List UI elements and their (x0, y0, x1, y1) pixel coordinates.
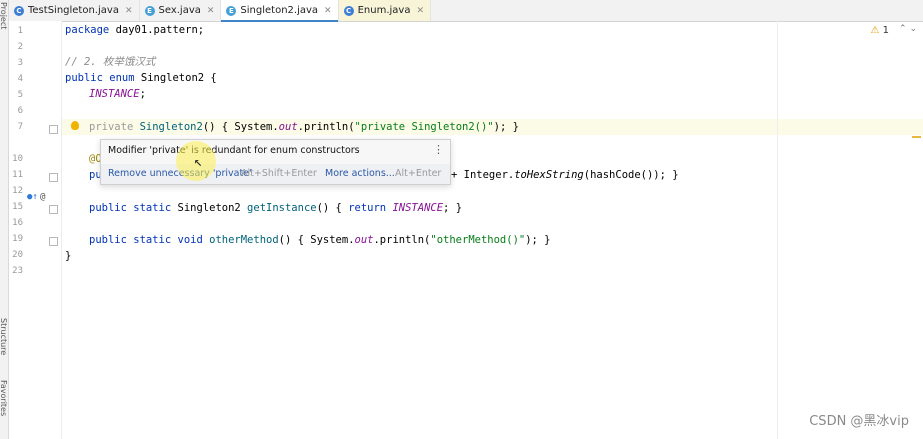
code-line-4: public enum Singleton2 { (65, 72, 217, 84)
tab-testsingleton[interactable]: C TestSingleton.java ✕ (9, 0, 140, 21)
line-number: 19 (12, 234, 23, 244)
fold-toggle-icon[interactable] (49, 237, 58, 246)
line-number: 11 (12, 170, 23, 180)
enum-icon: E (226, 5, 237, 16)
line-number: 12 (12, 186, 23, 196)
mouse-pointer-icon: ↖ (194, 154, 203, 170)
warning-stripe-marker[interactable] (912, 136, 921, 138)
tab-label: Singleton2.java (240, 5, 319, 16)
left-tool-strip: Project Structure Favorites (0, 0, 9, 439)
project-tool-label[interactable]: Project (0, 2, 8, 29)
editor-gutter: 1 2 3 4 5 6 7 10 11 12 15 16 19 20 23 ●↑… (9, 21, 62, 439)
tab-enum[interactable]: C Enum.java ✕ (338, 0, 432, 21)
popup-actions-bar: Remove unnecessary 'private' Alt+Shift+E… (101, 164, 450, 184)
warning-icon: ⚠ (870, 25, 880, 36)
fold-toggle-icon[interactable] (49, 205, 58, 214)
line-number: 7 (17, 122, 23, 132)
code-editor[interactable]: package day01.pattern; // 2. 枚举饿汉式 publi… (61, 21, 923, 439)
inspection-message: Modifier 'private' is redundant for enum… (108, 145, 360, 156)
tab-label: Enum.java (357, 5, 411, 16)
code-line-12-end: + Integer.toHexString(hashCode()); } (451, 169, 679, 181)
inspection-indicator[interactable]: ⚠ 1 (870, 25, 889, 36)
line-number: 1 (17, 26, 23, 36)
fold-toggle-icon[interactable] (49, 173, 58, 182)
more-options-icon[interactable]: ⋮ (433, 143, 444, 156)
quick-fix-popup: Modifier 'private' is redundant for enum… (100, 139, 451, 185)
class-icon: C (343, 5, 354, 16)
enum-icon: E (144, 5, 155, 16)
close-icon[interactable]: ✕ (207, 6, 215, 16)
line-number: 4 (17, 74, 23, 84)
structure-tool-label[interactable]: Structure (0, 318, 8, 355)
line-number: 23 (12, 266, 23, 276)
code-line-7: private Singleton2() { System.out.printl… (89, 121, 519, 133)
shortcut-label: Alt+Shift+Enter (241, 168, 317, 179)
line-number: 10 (12, 154, 23, 164)
favorites-tool-label[interactable]: Favorites (0, 380, 8, 416)
tab-sex[interactable]: E Sex.java ✕ (140, 0, 222, 21)
code-line-5: INSTANCE; (89, 88, 146, 100)
watermark: CSDN @黑冰vip (809, 414, 909, 429)
implement-marker-icon[interactable]: ●↑ (27, 192, 38, 202)
inspection-nav[interactable]: ⌃ ⌄ (899, 24, 917, 34)
tab-label: TestSingleton.java (28, 5, 119, 16)
code-line-16: public static Singleton2 getInstance() {… (89, 202, 463, 214)
code-line-23: } (65, 250, 72, 262)
editor-tab-bar: C TestSingleton.java ✕ E Sex.java ✕ E Si… (9, 0, 923, 22)
close-icon[interactable]: ✕ (125, 6, 133, 16)
tab-label: Sex.java (158, 5, 201, 16)
close-icon[interactable]: ✕ (416, 6, 424, 16)
shortcut-label: Alt+Enter (395, 168, 442, 179)
class-icon: C (14, 5, 24, 16)
close-icon[interactable]: ✕ (324, 6, 332, 16)
line-number: 20 (12, 250, 23, 260)
line-number: 15 (12, 202, 23, 212)
annotation-marker-icon[interactable]: @ (40, 192, 45, 202)
code-line-1: package day01.pattern; (65, 24, 205, 36)
tab-singleton2[interactable]: E Singleton2.java ✕ (221, 0, 339, 22)
fold-toggle-icon[interactable] (49, 125, 58, 134)
line-number: 6 (17, 106, 23, 116)
code-line-20: public static void otherMethod() { Syste… (89, 234, 551, 246)
line-number: 5 (17, 90, 23, 100)
more-actions-link[interactable]: More actions... (325, 168, 395, 179)
line-number: 2 (17, 42, 23, 52)
warning-count: 1 (882, 25, 889, 36)
line-number: 3 (17, 58, 23, 68)
line-number: 16 (12, 218, 23, 228)
code-line-3: // 2. 枚举饿汉式 (65, 56, 156, 68)
